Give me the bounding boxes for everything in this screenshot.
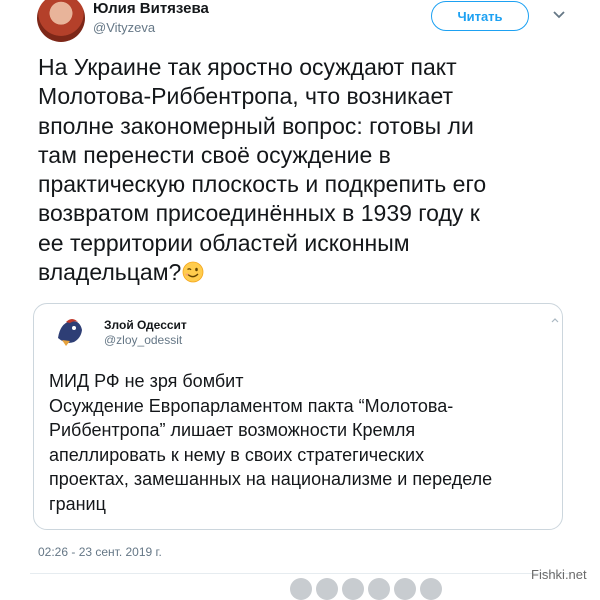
quoted-line: МИД РФ не зря бомбит <box>49 371 244 391</box>
tweet-line: ее территории областей исконным <box>38 229 410 256</box>
chevron-up-icon <box>551 318 559 323</box>
tweet-text: На Украине так яростно осуждают пакт Мол… <box>38 53 578 287</box>
watermark: Fishki.net <box>531 567 587 582</box>
tweet-line-last: владельцам? <box>38 258 578 287</box>
tweet-line: возвратом присоединённых в 1939 году к <box>38 200 480 227</box>
winking-face-emoji-icon <box>182 261 204 283</box>
liker-avatars[interactable] <box>290 578 480 600</box>
tweet-line: владельцам? <box>38 259 182 286</box>
liker-avatar[interactable] <box>290 578 312 600</box>
quoted-line: Осуждение Европарламентом пакта “Молотов… <box>49 395 454 416</box>
quoted-author-handle[interactable]: @zloy_odessit <box>104 333 182 347</box>
liker-avatar[interactable] <box>316 578 338 600</box>
quoted-line: проектах, замешанных на национализме и п… <box>49 469 493 489</box>
quoted-tweet[interactable]: Злой Одессит @zloy_odessit МИД РФ не зря… <box>33 303 563 530</box>
liker-avatar[interactable] <box>368 578 390 600</box>
quoted-author-avatar[interactable] <box>52 312 88 348</box>
tweet-timestamp[interactable]: 02:26 - 23 сент. 2019 г. <box>38 545 162 559</box>
liker-avatar[interactable] <box>420 578 442 600</box>
author-name[interactable]: Юлия Витязева <box>93 0 209 17</box>
quoted-line: границ <box>49 493 106 514</box>
liker-avatar[interactable] <box>394 578 416 600</box>
tweet-line: там перенести своё осуждение в <box>38 141 391 168</box>
tweet-line: Молотова-Риббентропа, что возникает <box>38 83 454 110</box>
liker-avatar[interactable] <box>342 578 364 600</box>
tweet-line: практическую плоскость и подкрепить его <box>38 171 487 198</box>
tweet-line: вполне закономерный вопрос: готовы ли <box>38 112 474 139</box>
author-avatar[interactable] <box>37 0 85 42</box>
follow-button[interactable]: Читать <box>431 1 529 31</box>
author-handle[interactable]: @Vityzeva <box>93 20 155 35</box>
divider <box>30 573 570 574</box>
quoted-line: Риббентропа” лишает возможности Кремля <box>49 420 416 440</box>
quoted-tweet-text: МИД РФ не зря бомбит Осуждение Европарла… <box>49 369 549 516</box>
chevron-down-icon[interactable] <box>552 8 566 22</box>
quoted-line: апеллировать к нему в своих стратегическ… <box>49 444 425 465</box>
tweet-line: На Украине так яростно осуждают пакт <box>38 54 457 80</box>
quoted-author-name[interactable]: Злой Одессит <box>104 318 187 332</box>
